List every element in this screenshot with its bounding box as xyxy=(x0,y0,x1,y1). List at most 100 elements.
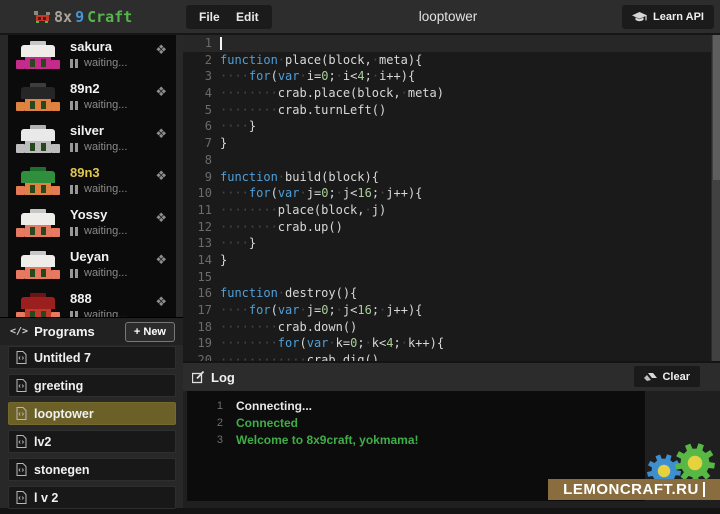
pause-icon xyxy=(75,227,78,236)
top-menu-bar: 8x9Craft File Edit looptower Learn API xyxy=(0,0,720,35)
code-text: function·build(block){ xyxy=(220,169,720,186)
code-line[interactable]: 7} xyxy=(183,135,720,152)
player-name: Yossy xyxy=(70,207,107,222)
pause-icon xyxy=(70,143,73,152)
program-item[interactable]: lv2 xyxy=(8,430,176,453)
code-line[interactable]: 6····} xyxy=(183,118,720,135)
teleport-icon[interactable]: ❖ xyxy=(155,252,167,268)
player-row[interactable]: Yossywaiting...❖ xyxy=(8,203,176,245)
program-list: Untitled 7 greeting looptower lv2 stonegen l … xyxy=(8,346,176,514)
player-status: waiting... xyxy=(70,57,127,69)
teleport-icon[interactable]: ❖ xyxy=(155,126,167,142)
code-editor[interactable]: 12function·place(block,·meta){3····for(v… xyxy=(183,35,720,361)
player-name: 89n3 xyxy=(70,165,100,180)
teleport-icon[interactable]: ❖ xyxy=(155,168,167,184)
player-row[interactable]: sakura waiting... ❖ xyxy=(8,35,176,77)
player-avatar-icon xyxy=(16,41,60,71)
code-line[interactable]: 9function·build(block){ xyxy=(183,169,720,186)
player-name: sakura xyxy=(70,39,112,54)
code-line[interactable]: 20············crab.dig() xyxy=(183,352,720,361)
code-line[interactable]: 14} xyxy=(183,252,720,269)
player-row[interactable]: 89n3waiting...❖ xyxy=(8,161,176,203)
program-item-label: l v 2 xyxy=(34,491,58,505)
code-line[interactable]: 17····for(var·j=0;·j<16;·j++){ xyxy=(183,302,720,319)
avatar-face xyxy=(25,309,51,317)
player-name: 888 xyxy=(70,291,92,306)
log-line-text: Connected xyxy=(236,415,298,432)
avatar-arm xyxy=(51,270,60,279)
program-item[interactable]: greeting xyxy=(8,374,176,397)
program-item[interactable]: stonegen xyxy=(8,458,176,481)
code-text: } xyxy=(220,135,720,152)
line-number: 8 xyxy=(183,152,220,169)
code-text: } xyxy=(220,252,720,269)
teleport-icon[interactable]: ❖ xyxy=(155,210,167,226)
program-item[interactable]: l v 2 xyxy=(8,486,176,509)
player-status-text: waiting... xyxy=(84,57,127,69)
code-text: ········for(var·k=0;·k<4;·k++){ xyxy=(220,335,720,352)
code-line[interactable]: 16function·destroy(){ xyxy=(183,285,720,302)
learn-api-button[interactable]: Learn API xyxy=(622,5,714,29)
editor-scrollbar[interactable] xyxy=(711,35,720,361)
avatar-face xyxy=(25,141,51,153)
code-text: function·destroy(){ xyxy=(220,285,720,302)
avatar-shell xyxy=(21,213,55,225)
code-brackets-icon: </> xyxy=(10,326,28,337)
player-status: waiting... xyxy=(70,267,127,279)
program-item[interactable]: Untitled 7 xyxy=(8,346,176,369)
app-window: 8x9Craft File Edit looptower Learn API s… xyxy=(0,0,720,508)
player-row[interactable]: 89n2waiting...❖ xyxy=(8,77,176,119)
code-line[interactable]: 8 xyxy=(183,152,720,169)
editor-scrollbar-thumb[interactable] xyxy=(713,35,720,180)
program-item[interactable]: looptower xyxy=(8,402,176,425)
line-number: 18 xyxy=(183,319,220,336)
code-line[interactable]: 2function·place(block,·meta){ xyxy=(183,52,720,69)
code-text: ········crab.turnLeft() xyxy=(220,102,720,119)
code-line[interactable]: 15 xyxy=(183,269,720,286)
code-line[interactable]: 11········place(block,·j) xyxy=(183,202,720,219)
teleport-icon[interactable]: ❖ xyxy=(155,294,167,310)
code-line[interactable]: 13····} xyxy=(183,235,720,252)
code-text: ····} xyxy=(220,118,720,135)
avatar-eye xyxy=(41,59,46,67)
player-avatar-icon xyxy=(16,209,60,239)
code-line[interactable]: 12········crab.up() xyxy=(183,219,720,236)
pause-icon xyxy=(70,227,73,236)
pause-icon xyxy=(75,101,78,110)
avatar-shell xyxy=(21,297,55,309)
code-text: function·place(block,·meta){ xyxy=(220,52,720,69)
pause-icon xyxy=(75,269,78,278)
teleport-icon[interactable]: ❖ xyxy=(155,84,167,100)
log-line-number: 3 xyxy=(187,432,236,449)
avatar-arm xyxy=(16,270,25,279)
player-row[interactable]: Ueyanwaiting...❖ xyxy=(8,245,176,287)
teleport-icon[interactable]: ❖ xyxy=(155,42,167,58)
player-row[interactable]: silverwaiting...❖ xyxy=(8,119,176,161)
code-line[interactable]: 4········crab.place(block,·meta) xyxy=(183,85,720,102)
avatar-shell xyxy=(21,129,55,141)
code-line[interactable]: 10····for(var·j=0;·j<16;·j++){ xyxy=(183,185,720,202)
avatar-shell xyxy=(21,171,55,183)
line-number: 6 xyxy=(183,118,220,135)
watermark-banner: LEMONCRAFT.RU xyxy=(548,479,720,500)
avatar-eye xyxy=(41,101,46,109)
code-line[interactable]: 1 xyxy=(183,35,720,52)
code-line[interactable]: 18········crab.down() xyxy=(183,319,720,336)
log-title: Log xyxy=(192,370,235,385)
code-text: ····} xyxy=(220,235,720,252)
clear-log-button[interactable]: Clear xyxy=(634,366,700,387)
line-number: 15 xyxy=(183,269,220,286)
program-file-icon xyxy=(16,407,27,420)
code-text: ········crab.down() xyxy=(220,319,720,336)
code-line[interactable]: 5········crab.turnLeft() xyxy=(183,102,720,119)
learn-api-label: Learn API xyxy=(653,11,704,23)
player-row[interactable]: 888waiting...❖ xyxy=(8,287,176,317)
player-avatar-icon xyxy=(16,125,60,155)
new-program-button[interactable]: + New xyxy=(125,322,175,342)
pause-icon xyxy=(75,59,78,68)
avatar-arm xyxy=(16,144,25,153)
avatar-eye xyxy=(30,269,35,277)
code-line[interactable]: 19········for(var·k=0;·k<4;·k++){ xyxy=(183,335,720,352)
code-line[interactable]: 3····for(var·i=0;·i<4;·i++){ xyxy=(183,68,720,85)
log-line-number: 2 xyxy=(187,415,236,432)
